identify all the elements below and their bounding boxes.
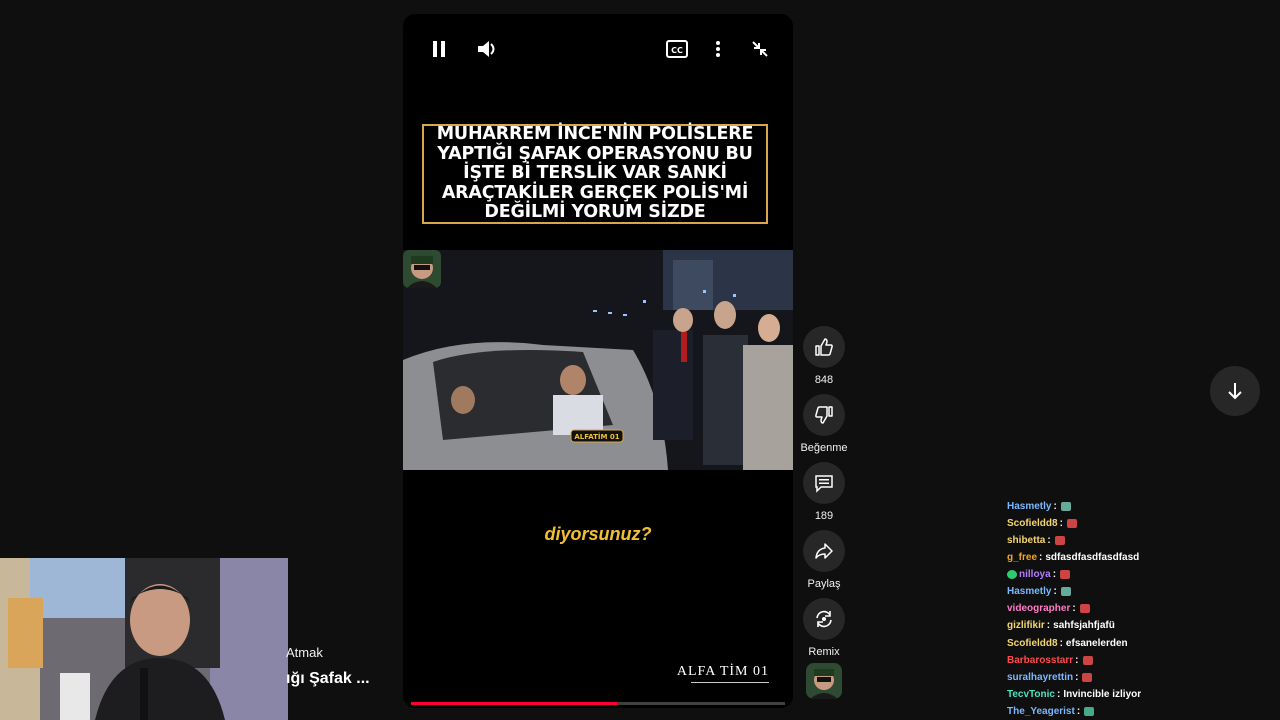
thumb-down-icon xyxy=(815,406,833,424)
comments-action: 189 xyxy=(801,462,847,522)
arrow-down-icon xyxy=(1228,383,1242,400)
watermark-underline xyxy=(691,682,769,683)
chat-colon: : xyxy=(1059,517,1063,529)
chat-emote-icon xyxy=(1060,501,1071,511)
chat-message: videographer: xyxy=(1007,600,1267,617)
video-frame-scene: ALFATİM 01 xyxy=(403,250,793,470)
chat-colon: : xyxy=(1059,637,1063,649)
chat-message: Scofieldd8: efsanelerden xyxy=(1007,635,1267,652)
chat-emote-icon xyxy=(1054,536,1065,546)
share-label: Paylaş xyxy=(807,578,841,590)
chat-username[interactable]: Barbarosstarr xyxy=(1007,652,1073,669)
chat-text: Invincible izliyor xyxy=(1063,688,1142,700)
chat-text: sdfasdfasdfasdfasd xyxy=(1045,552,1140,564)
webcam-overlay xyxy=(0,558,288,720)
chat-message: shibetta: xyxy=(1007,532,1267,549)
chat-username[interactable]: nilloya xyxy=(1019,566,1051,583)
chat-text: sahfsjahfjafü xyxy=(1053,620,1115,632)
chat-username[interactable]: videographer xyxy=(1007,600,1070,617)
video-watermark: ALFA TİM 01 xyxy=(676,664,769,679)
progress-bar-fill xyxy=(411,702,617,705)
pause-icon[interactable] xyxy=(429,38,449,60)
chat-message: Hasmetly: xyxy=(1007,498,1267,515)
channel-avatar-overlay xyxy=(403,250,441,288)
comments-button[interactable] xyxy=(803,462,845,504)
chat-colon: : xyxy=(1075,654,1079,666)
chat-colon: : xyxy=(1039,552,1043,564)
chat-emote-icon xyxy=(1082,655,1093,665)
chat-username[interactable]: shibetta xyxy=(1007,532,1045,549)
chat-message: TecvTonic: Invincible izliyor xyxy=(1007,686,1267,703)
chat-emote-icon xyxy=(1079,604,1090,614)
share-action: Paylaş xyxy=(801,530,847,590)
chat-text: efsanelerden xyxy=(1065,637,1128,649)
dislike-action: Beğenme xyxy=(800,394,848,454)
thumb-up-icon xyxy=(815,338,833,356)
share-icon xyxy=(815,543,833,559)
comment-count: 189 xyxy=(814,510,834,522)
chat-message: Scofieldd8: xyxy=(1007,515,1267,532)
progress-bar[interactable] xyxy=(411,702,785,705)
license-plate-text: ALFATİM 01 xyxy=(574,432,619,441)
chat-badge-icon xyxy=(1007,570,1017,580)
chat-message: Hasmetly: xyxy=(1007,583,1267,600)
like-action: 848 xyxy=(801,326,847,386)
chat-username[interactable]: Hasmetly xyxy=(1007,498,1051,515)
chat-colon: : xyxy=(1053,500,1057,512)
chat-emote-icon xyxy=(1060,570,1071,580)
comment-icon xyxy=(815,475,833,493)
stream-chat: Hasmetly: Scofieldd8: shibetta: g_free: sdfa… xyxy=(1007,497,1267,720)
shorts-video-player[interactable]: CC MUHARREM İNCE'NİN POLİSLERE YAPTIĞI Ş… xyxy=(403,14,793,708)
video-overlay-title: MUHARREM İNCE'NİN POLİSLERE YAPTIĞI ŞAFA… xyxy=(422,124,768,224)
video-caption: diyorsunuz? xyxy=(544,524,652,544)
chat-colon: : xyxy=(1052,569,1057,581)
remix-button[interactable] xyxy=(803,598,845,640)
remix-icon xyxy=(816,610,832,628)
chat-colon: : xyxy=(1056,688,1061,700)
chat-emote-icon xyxy=(1082,672,1093,682)
chat-username[interactable]: gizlifikir xyxy=(1007,617,1045,634)
chat-emote-icon xyxy=(1084,706,1095,716)
like-button[interactable] xyxy=(803,326,845,368)
chat-username[interactable]: The_Yeagerist xyxy=(1007,703,1075,720)
chat-username[interactable]: Scofieldd8 xyxy=(1007,515,1058,532)
chat-username[interactable]: TecvTonic xyxy=(1007,686,1055,703)
chat-colon: : xyxy=(1076,705,1081,717)
chat-username[interactable]: g_free xyxy=(1007,549,1037,566)
chat-message: The_Yeagerist: xyxy=(1007,703,1267,720)
chat-emote-icon xyxy=(1066,518,1077,528)
cc-label: CC xyxy=(671,46,683,55)
remix-label: Remix xyxy=(808,646,840,658)
share-button[interactable] xyxy=(803,530,845,572)
chat-username[interactable]: Hasmetly xyxy=(1007,583,1051,600)
dislike-button[interactable] xyxy=(803,394,845,436)
channel-avatar-button[interactable] xyxy=(806,663,842,699)
chat-colon: : xyxy=(1046,620,1051,632)
chat-emote-icon xyxy=(1060,587,1071,597)
remix-action: Remix xyxy=(801,598,847,658)
chat-message: gizlifikir: sahfsjahfjafü xyxy=(1007,617,1267,634)
chat-message: Barbarosstarr: xyxy=(1007,652,1267,669)
side-overlay-text-2: ığı Şafak ... xyxy=(286,670,370,687)
chat-colon: : xyxy=(1072,603,1076,615)
like-count: 848 xyxy=(814,374,834,386)
chat-colon: : xyxy=(1075,671,1079,683)
chat-username[interactable]: Scofieldd8 xyxy=(1007,635,1058,652)
exit-fullscreen-icon[interactable] xyxy=(749,38,771,60)
next-video-button[interactable] xyxy=(1210,366,1260,416)
volume-icon[interactable] xyxy=(476,38,500,60)
closed-captions-button[interactable]: CC xyxy=(666,38,688,60)
side-overlay-text-1: Atmak xyxy=(286,645,323,660)
chat-message: nilloya: xyxy=(1007,566,1267,583)
dislike-label: Beğenme xyxy=(800,442,848,454)
chat-colon: : xyxy=(1053,586,1057,598)
chat-message: g_free: sdfasdfasdfasdfasd xyxy=(1007,549,1267,566)
more-vert-icon[interactable] xyxy=(708,38,728,60)
chat-message: suralhayrettin: xyxy=(1007,669,1267,686)
chat-username[interactable]: suralhayrettin xyxy=(1007,669,1073,686)
chat-colon: : xyxy=(1047,534,1051,546)
